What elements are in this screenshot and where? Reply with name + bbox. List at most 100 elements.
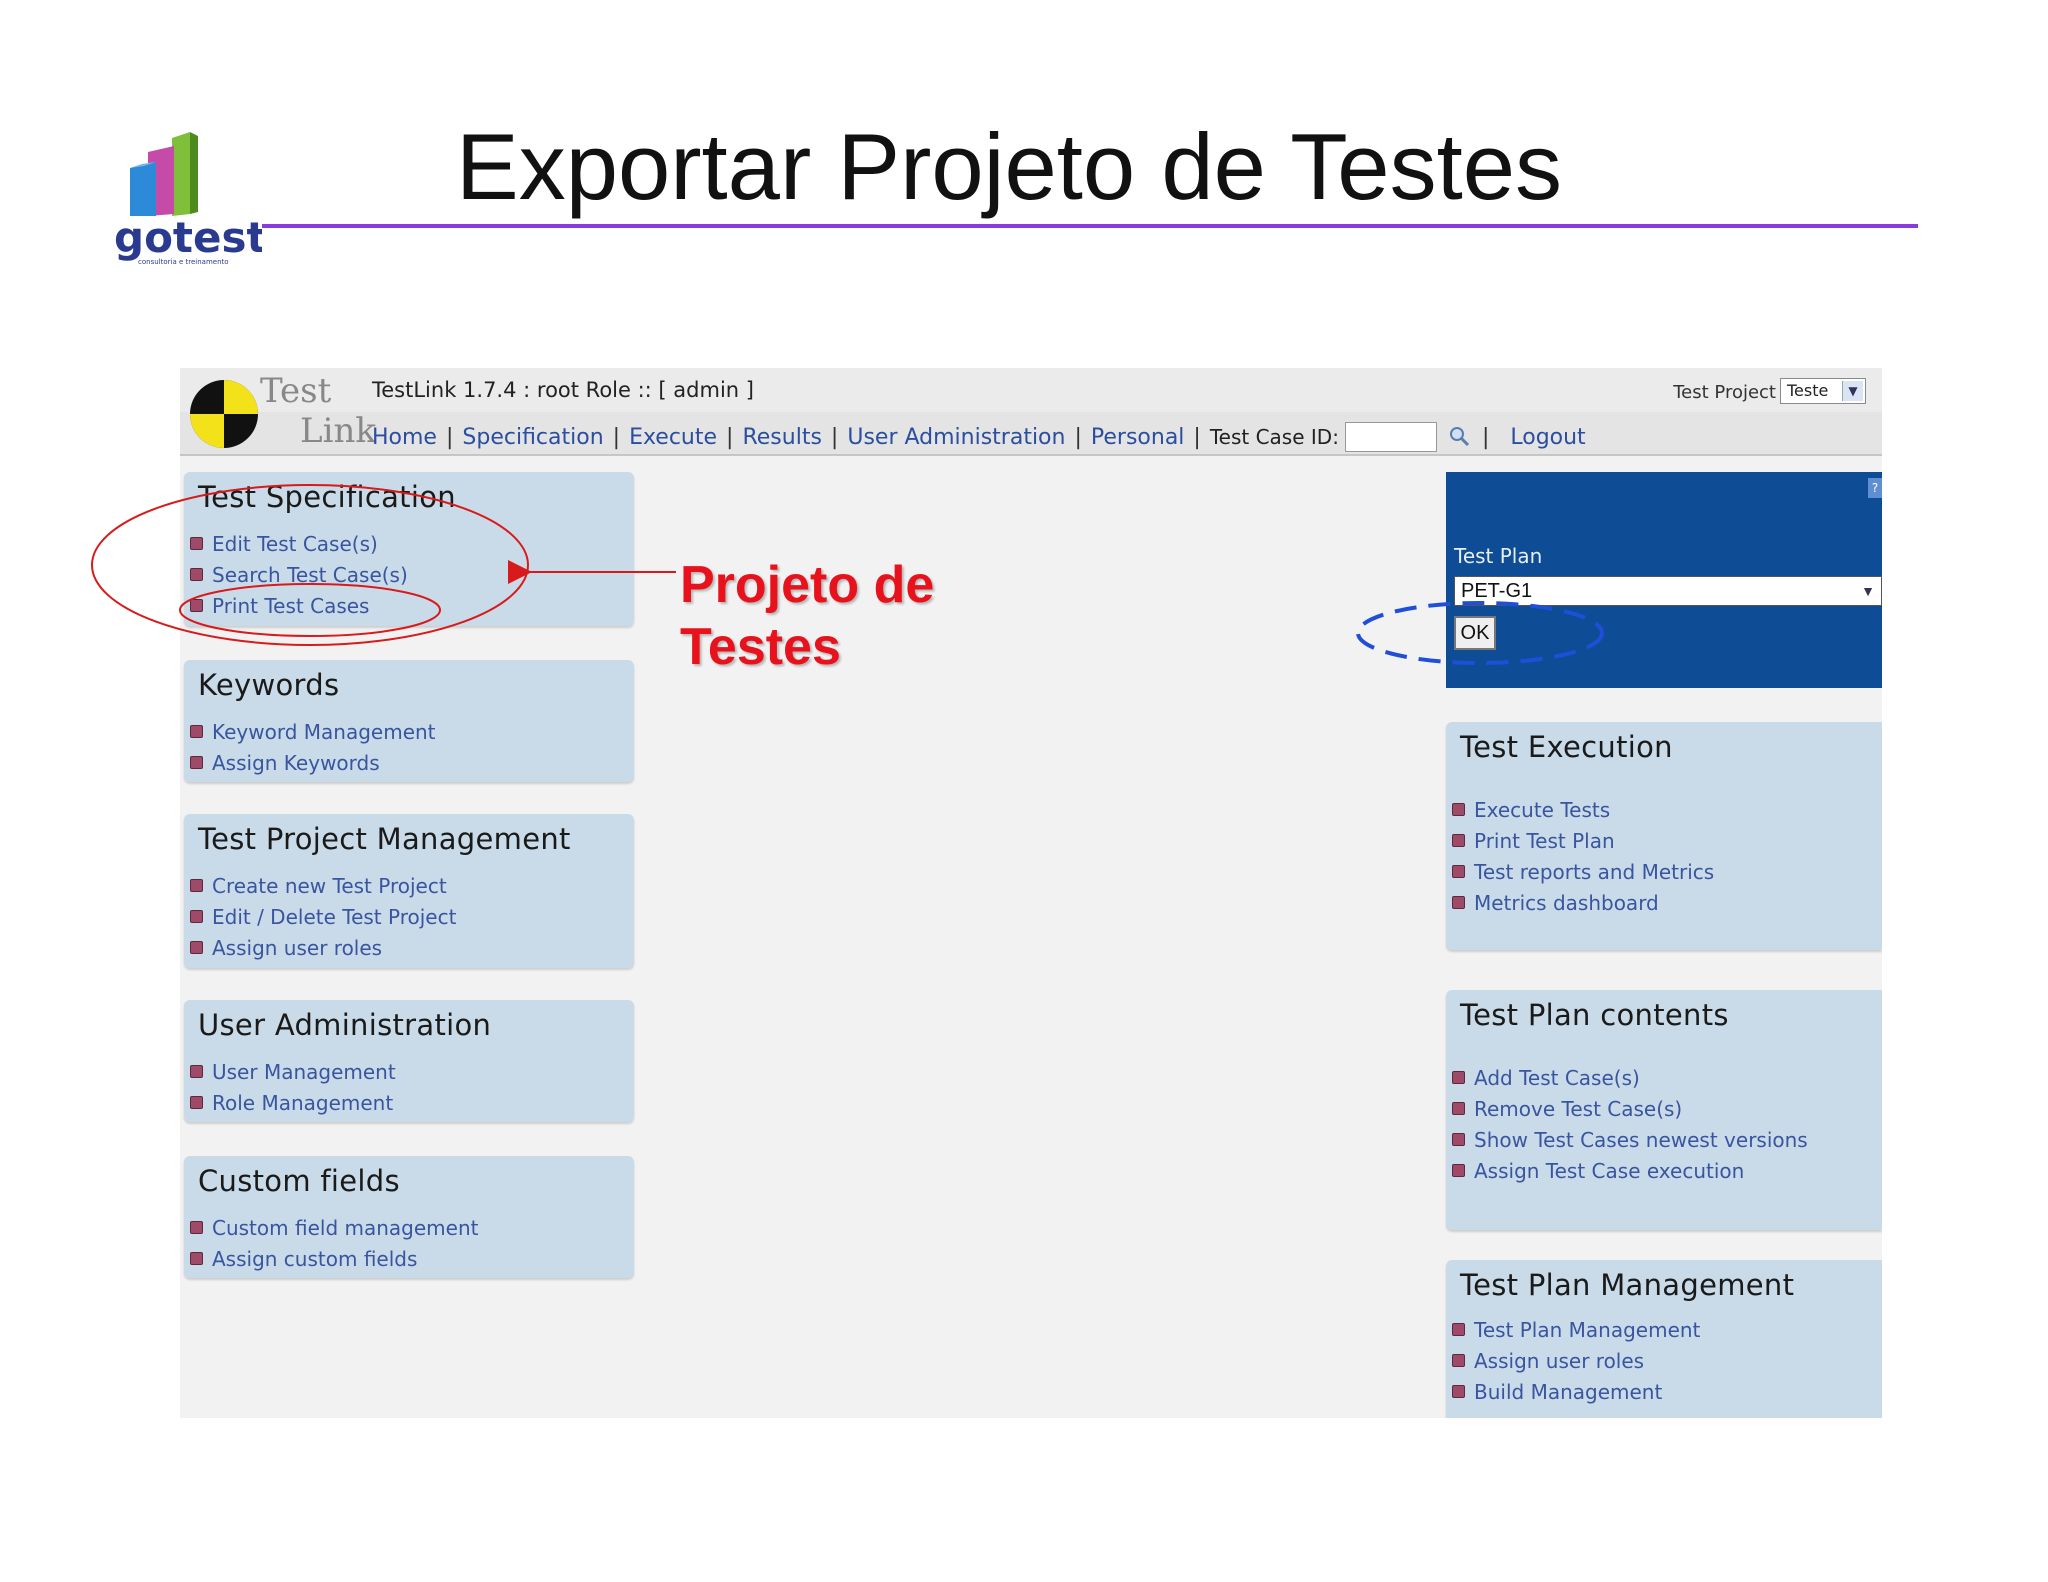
- list-item-label: User Management: [212, 1059, 396, 1084]
- bullet-icon: [190, 756, 203, 769]
- link-role-management[interactable]: Role Management: [190, 1087, 396, 1118]
- svg-text:gotest: gotest: [114, 213, 262, 262]
- annotation-line-1: Projeto de: [680, 556, 935, 614]
- test-plan-select[interactable]: PET-G1 ▼: [1454, 576, 1882, 606]
- list-item-label: Edit Test Case(s): [212, 531, 378, 556]
- list-item-label: Assign custom fields: [212, 1246, 418, 1271]
- bullet-icon: [1452, 1385, 1465, 1398]
- bullet-icon: [190, 725, 203, 738]
- bullet-icon: [190, 1096, 203, 1109]
- nav-home[interactable]: Home: [372, 425, 437, 450]
- bullet-icon: [1452, 1133, 1465, 1146]
- box-test-plan-contents: Test Plan contents Add Test Case(s) Remo…: [1446, 990, 1882, 1230]
- list-item-label: Keyword Management: [212, 719, 436, 744]
- test-plan-value: PET-G1: [1461, 580, 1533, 602]
- list-item-label: Custom field management: [212, 1215, 479, 1240]
- bullet-icon: [1452, 834, 1465, 847]
- test-plan-panel: ? Test Plan PET-G1 ▼ OK: [1446, 472, 1882, 688]
- list-item-label: Assign Keywords: [212, 750, 380, 775]
- link-print-test-plan[interactable]: Print Test Plan: [1452, 825, 1714, 856]
- test-case-id-input[interactable]: [1344, 422, 1437, 452]
- box-user-administration: User Administration User Management Role…: [184, 1000, 634, 1122]
- version-info: TestLink 1.7.4 : root Role :: [ admin ]: [372, 378, 754, 402]
- svg-text:consultoria e treinamento: consultoria e treinamento: [138, 258, 229, 266]
- bullet-icon: [1452, 803, 1465, 816]
- bullet-icon: [1452, 1164, 1465, 1177]
- link-metrics-dashboard[interactable]: Metrics dashboard: [1452, 887, 1714, 918]
- gotest-logo: gotest consultoria e treinamento: [114, 132, 262, 266]
- box-title: User Administration: [198, 1008, 492, 1042]
- nav-separator: |: [445, 424, 454, 450]
- nav-separator: |: [830, 424, 839, 450]
- title-underline: [262, 224, 1918, 228]
- list-item-label: Assign user roles: [1474, 1348, 1645, 1373]
- box-title: Test Project Management: [198, 822, 571, 856]
- link-assign-test-case-execution[interactable]: Assign Test Case execution: [1452, 1155, 1808, 1186]
- nav-execute[interactable]: Execute: [629, 425, 717, 450]
- list-item-label: Test reports and Metrics: [1474, 859, 1715, 884]
- list-item-label: Show Test Cases newest versions: [1474, 1127, 1808, 1152]
- list-item-label: Test Plan Management: [1474, 1317, 1701, 1342]
- link-edit-delete-test-project[interactable]: Edit / Delete Test Project: [190, 901, 456, 932]
- test-case-id-label: Test Case ID:: [1209, 425, 1339, 449]
- box-test-execution: Test Execution Execute Tests Print Test …: [1446, 722, 1882, 950]
- link-execute-tests[interactable]: Execute Tests: [1452, 794, 1714, 825]
- help-icon[interactable]: ?: [1868, 478, 1882, 498]
- link-print-test-cases[interactable]: Print Test Cases: [190, 590, 408, 621]
- bullet-icon: [190, 568, 203, 581]
- testlink-screenshot: Test Link TestLink 1.7.4 : root Role :: …: [180, 368, 1882, 1418]
- link-create-test-project[interactable]: Create new Test Project: [190, 870, 456, 901]
- bullet-icon: [190, 599, 203, 612]
- list-item-label: Metrics dashboard: [1474, 890, 1659, 915]
- link-assign-keywords[interactable]: Assign Keywords: [190, 747, 436, 778]
- svg-text:Link: Link: [300, 411, 376, 451]
- box-title: Test Plan contents: [1460, 998, 1729, 1032]
- slide-title: Exportar Projeto de Testes: [456, 114, 1562, 219]
- nav-separator: |: [1193, 424, 1201, 450]
- ok-button[interactable]: OK: [1454, 616, 1496, 650]
- nav-personal[interactable]: Personal: [1091, 425, 1185, 450]
- link-assign-user-roles[interactable]: Assign user roles: [190, 932, 456, 963]
- nav-results[interactable]: Results: [742, 425, 821, 450]
- link-search-test-cases[interactable]: Search Test Case(s): [190, 559, 408, 590]
- nav-logout[interactable]: Logout: [1510, 425, 1585, 450]
- box-title: Test Plan Management: [1460, 1268, 1795, 1302]
- box-custom-fields: Custom fields Custom field management As…: [184, 1156, 634, 1278]
- box-test-project-management: Test Project Management Create new Test …: [184, 814, 634, 968]
- link-keyword-management[interactable]: Keyword Management: [190, 716, 436, 747]
- link-assign-user-roles-plan[interactable]: Assign user roles: [1452, 1345, 1700, 1376]
- link-user-management[interactable]: User Management: [190, 1056, 396, 1087]
- bullet-icon: [190, 1065, 203, 1078]
- box-title: Custom fields: [198, 1164, 400, 1198]
- chevron-down-icon[interactable]: ▼: [1842, 381, 1863, 401]
- list-item-label: Build Management: [1474, 1379, 1663, 1404]
- link-test-plan-management[interactable]: Test Plan Management: [1452, 1314, 1700, 1345]
- chevron-down-icon[interactable]: ▼: [1857, 579, 1879, 603]
- bullet-icon: [190, 879, 203, 892]
- testlink-logo: Test Link: [190, 371, 376, 451]
- link-remove-test-cases[interactable]: Remove Test Case(s): [1452, 1093, 1808, 1124]
- bullet-icon: [190, 537, 203, 550]
- link-custom-field-management[interactable]: Custom field management: [190, 1212, 478, 1243]
- list-item-label: Assign user roles: [212, 935, 383, 960]
- nav-specification[interactable]: Specification: [462, 425, 603, 450]
- link-add-test-cases[interactable]: Add Test Case(s): [1452, 1062, 1808, 1093]
- test-project-select[interactable]: Teste ▼: [1780, 378, 1866, 404]
- nav-user-administration[interactable]: User Administration: [847, 425, 1065, 450]
- main-nav: Home | Specification | Execute | Results…: [372, 422, 1586, 452]
- list-item-label: Assign Test Case execution: [1474, 1158, 1745, 1183]
- box-title: Test Execution: [1460, 730, 1673, 764]
- link-build-management[interactable]: Build Management: [1452, 1376, 1700, 1407]
- bullet-icon: [1452, 1323, 1465, 1336]
- bullet-icon: [1452, 1354, 1465, 1367]
- search-icon[interactable]: [1447, 424, 1473, 450]
- list-item-label: Add Test Case(s): [1474, 1065, 1640, 1090]
- test-plan-label: Test Plan: [1454, 544, 1543, 568]
- bullet-icon: [1452, 896, 1465, 909]
- link-edit-test-cases[interactable]: Edit Test Case(s): [190, 528, 408, 559]
- list-item-label: Print Test Cases: [212, 593, 370, 618]
- link-assign-custom-fields[interactable]: Assign custom fields: [190, 1243, 478, 1274]
- bullet-icon: [190, 1252, 203, 1265]
- link-test-reports-metrics[interactable]: Test reports and Metrics: [1452, 856, 1714, 887]
- link-show-newest-versions[interactable]: Show Test Cases newest versions: [1452, 1124, 1808, 1155]
